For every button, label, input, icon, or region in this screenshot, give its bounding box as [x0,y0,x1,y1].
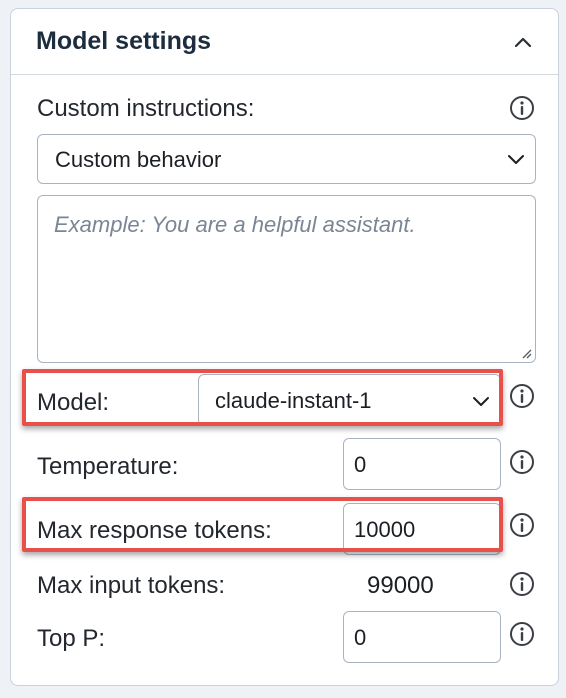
resize-grip-icon[interactable] [520,347,532,359]
panel-title: Model settings [36,27,212,55]
model-select[interactable]: claude-instant-1 [198,374,501,426]
info-circle-icon[interactable] [509,512,535,538]
chevron-down-icon [508,155,524,164]
info-circle-icon[interactable] [509,95,535,121]
info-circle-icon[interactable] [509,621,535,647]
max-response-tokens-value: 10000 [354,517,416,542]
info-circle-icon[interactable] [509,449,535,475]
custom-instructions-textarea[interactable]: Example: You are a helpful assistant. [37,195,536,363]
info-circle-icon[interactable] [509,571,535,597]
top-p-input[interactable]: 0 [343,611,501,663]
temperature-label: Temperature: [37,453,179,480]
max-response-tokens-input[interactable]: 10000 [343,503,501,555]
model-settings-panel: Model settings Custom instructions: Cust… [10,8,559,686]
chevron-down-icon [473,397,489,406]
model-label: Model: [37,389,110,416]
top-p-value: 0 [354,625,367,650]
temperature-input[interactable]: 0 [343,438,501,490]
max-response-tokens-label: Max response tokens: [37,517,272,544]
top-p-label: Top P: [37,625,106,652]
custom-instructions-selected: Custom behavior [55,147,222,172]
max-input-tokens-value: 99000 [367,572,434,599]
info-circle-icon[interactable] [509,383,535,409]
chevron-up-icon[interactable] [511,31,535,55]
max-input-tokens-label: Max input tokens: [37,572,226,599]
textarea-placeholder: Example: You are a helpful assistant. [54,212,416,237]
panel-header[interactable]: Model settings [11,9,558,75]
model-selected: claude-instant-1 [215,388,372,413]
temperature-value: 0 [354,452,367,477]
custom-instructions-label: Custom instructions: [37,95,255,122]
custom-instructions-select[interactable]: Custom behavior [37,134,536,184]
